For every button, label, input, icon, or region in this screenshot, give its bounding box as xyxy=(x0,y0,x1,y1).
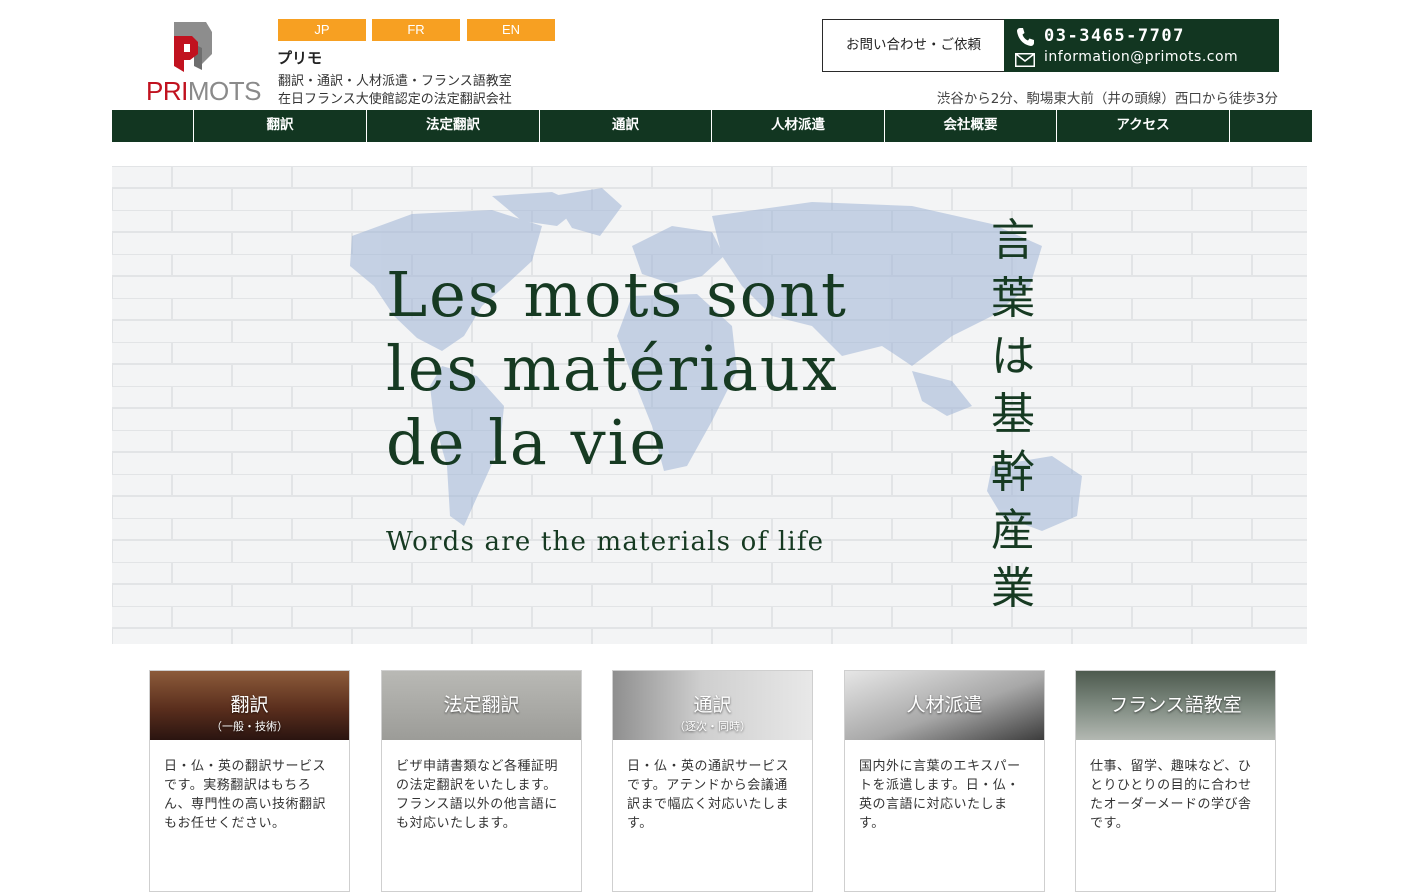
email-address[interactable]: information@primots.com xyxy=(1044,49,1238,65)
phone-icon xyxy=(1016,27,1034,51)
service-card-french-school[interactable]: フランス語教室 仕事、留学、趣味など、ひとりひとりの目的に合わせたオーダーメード… xyxy=(1075,670,1276,892)
card-subtitle: （逐次・同時） xyxy=(674,720,751,733)
nav-item-translation[interactable]: 翻訳 xyxy=(193,110,366,142)
card-description: 日・仏・英の翻訳サービスです。実務翻訳はもちろん、専門性の高い技術翻訳もお任せく… xyxy=(164,759,327,831)
service-card-legal-translation[interactable]: 法定翻訳 ビザ申請書類など各種証明の法定翻訳をいたします。フランス語以外の他言語… xyxy=(381,670,582,892)
hero-banner xyxy=(112,166,1307,644)
main-nav: 翻訳 法定翻訳 通訳 人材派遣 会社概要 アクセス xyxy=(112,110,1312,142)
hero-vertical-char: 言 xyxy=(991,215,1035,266)
nav-item-staffing[interactable]: 人材派遣 xyxy=(711,110,884,142)
service-card-staffing[interactable]: 人材派遣 国内外に言葉のエキスパートを派遣します。日・仏・英の言語に対応いたしま… xyxy=(844,670,1045,892)
nav-item-legal-translation[interactable]: 法定翻訳 xyxy=(366,110,539,142)
hero-subtitle: Words are the materials of life xyxy=(386,527,825,557)
hero-vertical-char: は xyxy=(991,331,1035,382)
card-title: 人材派遣 xyxy=(906,694,983,716)
logo-text-pri: PRI xyxy=(146,76,188,106)
card-description: 仕事、留学、趣味など、ひとりひとりの目的に合わせたオーダーメードの学び舎です。 xyxy=(1090,759,1252,831)
card-title: 翻訳 xyxy=(230,694,269,716)
hero-vertical-text: 言 葉 は 基 幹 産 業 xyxy=(978,212,1048,618)
nav-divider xyxy=(1229,110,1230,142)
hero-vertical-char: 基 xyxy=(991,389,1035,440)
hero-line-2: les matériaux xyxy=(386,332,839,405)
world-map-background xyxy=(112,166,1307,644)
mail-icon xyxy=(1015,52,1035,71)
card-title: 法定翻訳 xyxy=(443,694,520,716)
service-card-translation[interactable]: 翻訳 （一般・技術） 日・仏・英の翻訳サービスです。実務翻訳はもちろん、専門性の… xyxy=(149,670,350,892)
tagline-certified: 在日フランス大使館認定の法定翻訳会社 xyxy=(278,92,512,107)
hero-vertical-char: 葉 xyxy=(991,273,1035,324)
hero-line-3: de la vie xyxy=(386,406,669,479)
card-subtitle: （一般・技術） xyxy=(211,720,288,733)
lang-button-fr[interactable]: FR xyxy=(372,19,460,41)
hero-vertical-char: 業 xyxy=(991,563,1035,614)
card-title: フランス語教室 xyxy=(1109,694,1242,716)
logo-text-mots: MOTS xyxy=(187,76,262,106)
lang-button-jp[interactable]: JP xyxy=(278,19,366,41)
logo-wordmark: PRIMOTS xyxy=(146,76,261,107)
nav-item-access[interactable]: アクセス xyxy=(1056,110,1229,142)
card-description: 日・仏・英の通訳サービスです。アテンドから会議通訳まで幅広く対応いたします。 xyxy=(627,759,790,831)
contact-button[interactable]: お問い合わせ・ご依頼 xyxy=(822,19,1005,72)
hero-vertical-char: 幹 xyxy=(991,447,1035,498)
brand-name: プリモ xyxy=(277,49,323,67)
hero-vertical-char: 産 xyxy=(991,505,1035,556)
lang-button-en[interactable]: EN xyxy=(467,19,555,41)
tagline-services: 翻訳・通訳・人材派遣・フランス語教室 xyxy=(278,74,512,89)
card-description: 国内外に言葉のエキスパートを派遣します。日・仏・英の言語に対応いたします。 xyxy=(859,759,1021,831)
card-title: 通訳 xyxy=(693,694,732,716)
hero-line-1: Les mots sont xyxy=(386,258,848,331)
service-card-interpretation[interactable]: 通訳 （逐次・同時） 日・仏・英の通訳サービスです。アテンドから会議通訳まで幅広… xyxy=(612,670,813,892)
phone-number[interactable]: 03-3465-7707 xyxy=(1044,26,1185,46)
access-note: 渋谷から2分、駒場東大前（井の頭線）西口から徒歩3分 xyxy=(936,91,1278,107)
nav-item-company[interactable]: 会社概要 xyxy=(884,110,1056,142)
card-description: ビザ申請書類など各種証明の法定翻訳をいたします。フランス語以外の他言語にも対応い… xyxy=(396,759,559,831)
nav-item-interpretation[interactable]: 通訳 xyxy=(539,110,711,142)
